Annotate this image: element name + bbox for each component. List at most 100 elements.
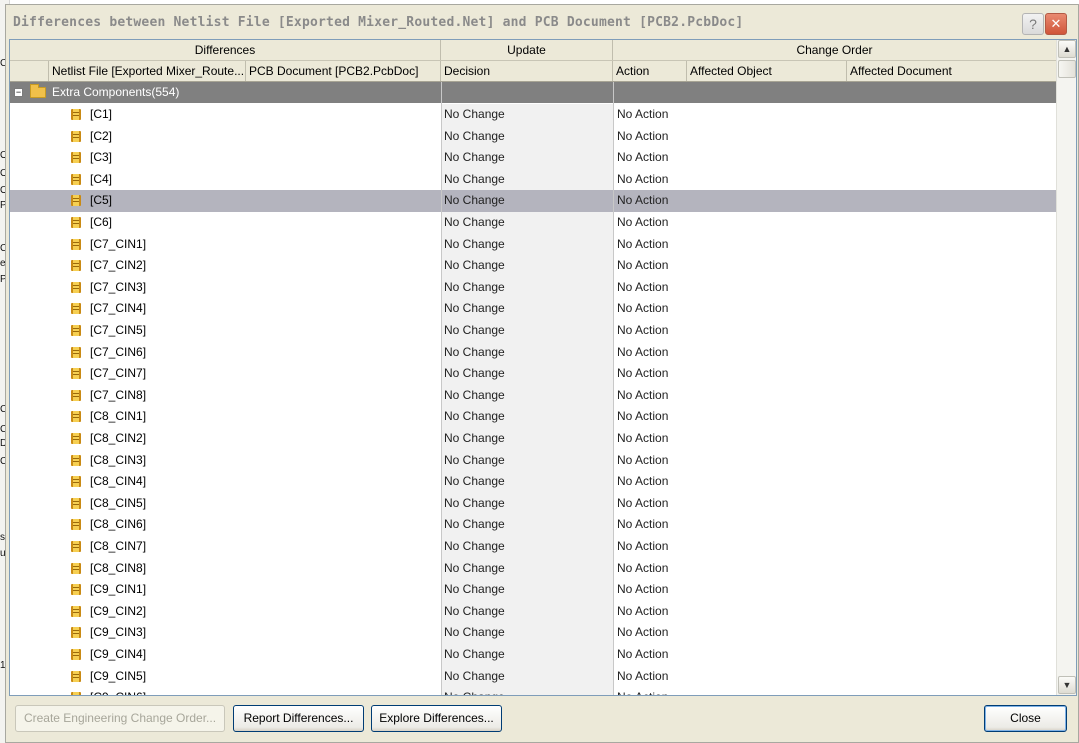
decision-cell[interactable]: No Change [444,622,505,644]
scroll-thumb[interactable] [1058,60,1076,78]
decision-cell[interactable]: No Change [444,514,505,536]
table-row[interactable]: [C7_CIN3] No Change No Action [10,276,1056,299]
decision-cell[interactable]: No Change [444,320,505,342]
table-row[interactable]: [C7_CIN8] No Change No Action [10,384,1056,407]
decision-cell[interactable]: No Change [444,428,505,450]
decision-cell[interactable]: No Change [444,277,505,299]
decision-cell[interactable]: No Change [444,104,505,126]
table-row[interactable]: [C7_CIN5] No Change No Action [10,320,1056,342]
decision-cell[interactable]: No Change [444,406,505,428]
decision-cell[interactable]: No Change [444,493,505,515]
group-row-extra-components[interactable]: − Extra Components(554) [10,82,1056,103]
component-name: [C8_CIN7] [90,539,147,553]
decision-cell[interactable]: No Change [444,126,505,148]
decision-cell[interactable]: No Change [444,536,505,558]
scroll-down-button[interactable]: ▼ [1058,676,1076,694]
component-name: [C8_CIN5] [90,495,147,510]
decision-cell[interactable]: No Change [444,298,505,320]
table-row[interactable]: [C9_CIN4] No Change No Action [10,644,1056,666]
collapse-icon[interactable]: − [14,88,23,97]
table-row[interactable]: [C8_CIN5] No Change No Action [10,492,1056,515]
chevron-up-icon: ▲ [1062,44,1072,54]
decision-cell[interactable]: No Change [444,169,505,191]
close-window-button[interactable]: ✕ [1045,13,1067,35]
table-row[interactable]: [C1] No Change No Action [10,104,1056,126]
header-pcb-document[interactable]: PCB Document [PCB2.PcbDoc] [246,61,441,81]
scroll-up-button[interactable]: ▲ [1058,40,1076,58]
action-cell: No Action [617,687,668,695]
table-row[interactable]: [C7_CIN1] No Change No Action [10,233,1056,256]
component-name: [C8_CIN2] [90,431,147,445]
decision-cell[interactable]: No Change [444,450,505,472]
header-change-order[interactable]: Change Order [613,40,1056,60]
decision-cell[interactable]: No Change [444,190,505,212]
table-row[interactable]: [C8_CIN7] No Change No Action [10,536,1056,558]
decision-cell[interactable]: No Change [444,644,505,666]
component-icon [71,173,81,185]
component-icon [71,541,81,552]
decision-cell[interactable]: No Change [444,687,505,695]
component-icon [71,433,81,444]
decision-cell[interactable]: No Change [444,147,505,169]
decision-cell[interactable]: No Change [444,234,505,256]
decision-cell[interactable]: No Change [444,363,505,385]
table-row[interactable]: [C9_CIN1] No Change No Action [10,579,1056,601]
table-row[interactable]: [C8_CIN3] No Change No Action [10,449,1056,472]
component-name: [C9_CIN2] [90,603,147,618]
table-row[interactable]: [C7_CIN7] No Change No Action [10,363,1056,385]
header-action[interactable]: Action [613,61,687,81]
component-name: [C7_CIN5] [90,323,147,337]
table-row[interactable]: [C3] No Change No Action [10,147,1056,169]
decision-cell[interactable]: No Change [444,601,505,623]
header-affected-document[interactable]: Affected Document [847,61,1056,81]
decision-cell[interactable]: No Change [444,342,505,364]
table-row[interactable]: [C7_CIN2] No Change No Action [10,255,1056,277]
header-netlist-file[interactable]: Netlist File [Exported Mixer_Route... [49,61,246,81]
table-row[interactable]: [C8_CIN8] No Change No Action [10,557,1056,580]
header-differences[interactable]: Differences [10,40,441,60]
decision-cell[interactable]: No Change [444,471,505,493]
table-row[interactable]: [C6] No Change No Action [10,212,1056,234]
table-row[interactable]: [C9_CIN6] No Change No Action [10,687,1056,695]
decision-cell[interactable]: No Change [444,385,505,407]
table-row[interactable]: [C2] No Change No Action [10,125,1056,148]
report-differences-button[interactable]: Report Differences... [233,705,364,732]
table-row[interactable]: [C8_CIN1] No Change No Action [10,406,1056,428]
differences-grid[interactable]: Differences Update Change Order Netlist … [9,39,1077,696]
table-row[interactable]: [C8_CIN2] No Change No Action [10,428,1056,450]
decision-cell[interactable]: No Change [444,579,505,601]
action-cell: No Action [617,279,669,294]
component-name: [C1] [90,107,113,121]
decision-cell[interactable]: No Change [444,666,505,688]
component-icon [71,411,81,423]
component-icon [71,130,81,142]
component-icon [71,109,81,120]
table-row[interactable]: [C5] No Change No Action [10,190,1056,212]
decision-cell[interactable]: No Change [444,212,505,234]
vertical-scrollbar[interactable]: ▲ ▼ [1056,40,1076,695]
decision-cell[interactable]: No Change [444,255,505,277]
create-eco-button[interactable]: Create Engineering Change Order... [15,705,225,732]
table-row[interactable]: [C9_CIN3] No Change No Action [10,622,1056,644]
explore-differences-button[interactable]: Explore Differences... [371,705,502,732]
header-affected-object[interactable]: Affected Object [687,61,847,81]
close-button[interactable]: Close [984,705,1067,732]
action-cell: No Action [617,582,669,597]
action-cell: No Action [617,150,669,165]
help-button[interactable]: ? [1022,13,1044,35]
component-icon [71,519,81,531]
header-decision[interactable]: Decision [441,61,613,81]
table-row[interactable]: [C7_CIN6] No Change No Action [10,341,1056,364]
table-row[interactable]: [C8_CIN6] No Change No Action [10,514,1056,536]
table-row[interactable]: [C9_CIN2] No Change No Action [10,600,1056,623]
table-row[interactable]: [C7_CIN4] No Change No Action [10,298,1056,320]
header-update[interactable]: Update [441,40,613,60]
component-name: [C5] [90,193,113,208]
table-row[interactable]: [C8_CIN4] No Change No Action [10,471,1056,493]
decision-cell[interactable]: No Change [444,558,505,580]
table-row[interactable]: [C4] No Change No Action [10,168,1056,191]
table-row[interactable]: [C9_CIN5] No Change No Action [10,665,1056,688]
action-cell: No Action [617,344,669,359]
component-name: [C4] [90,171,113,186]
action-cell: No Action [617,539,669,553]
